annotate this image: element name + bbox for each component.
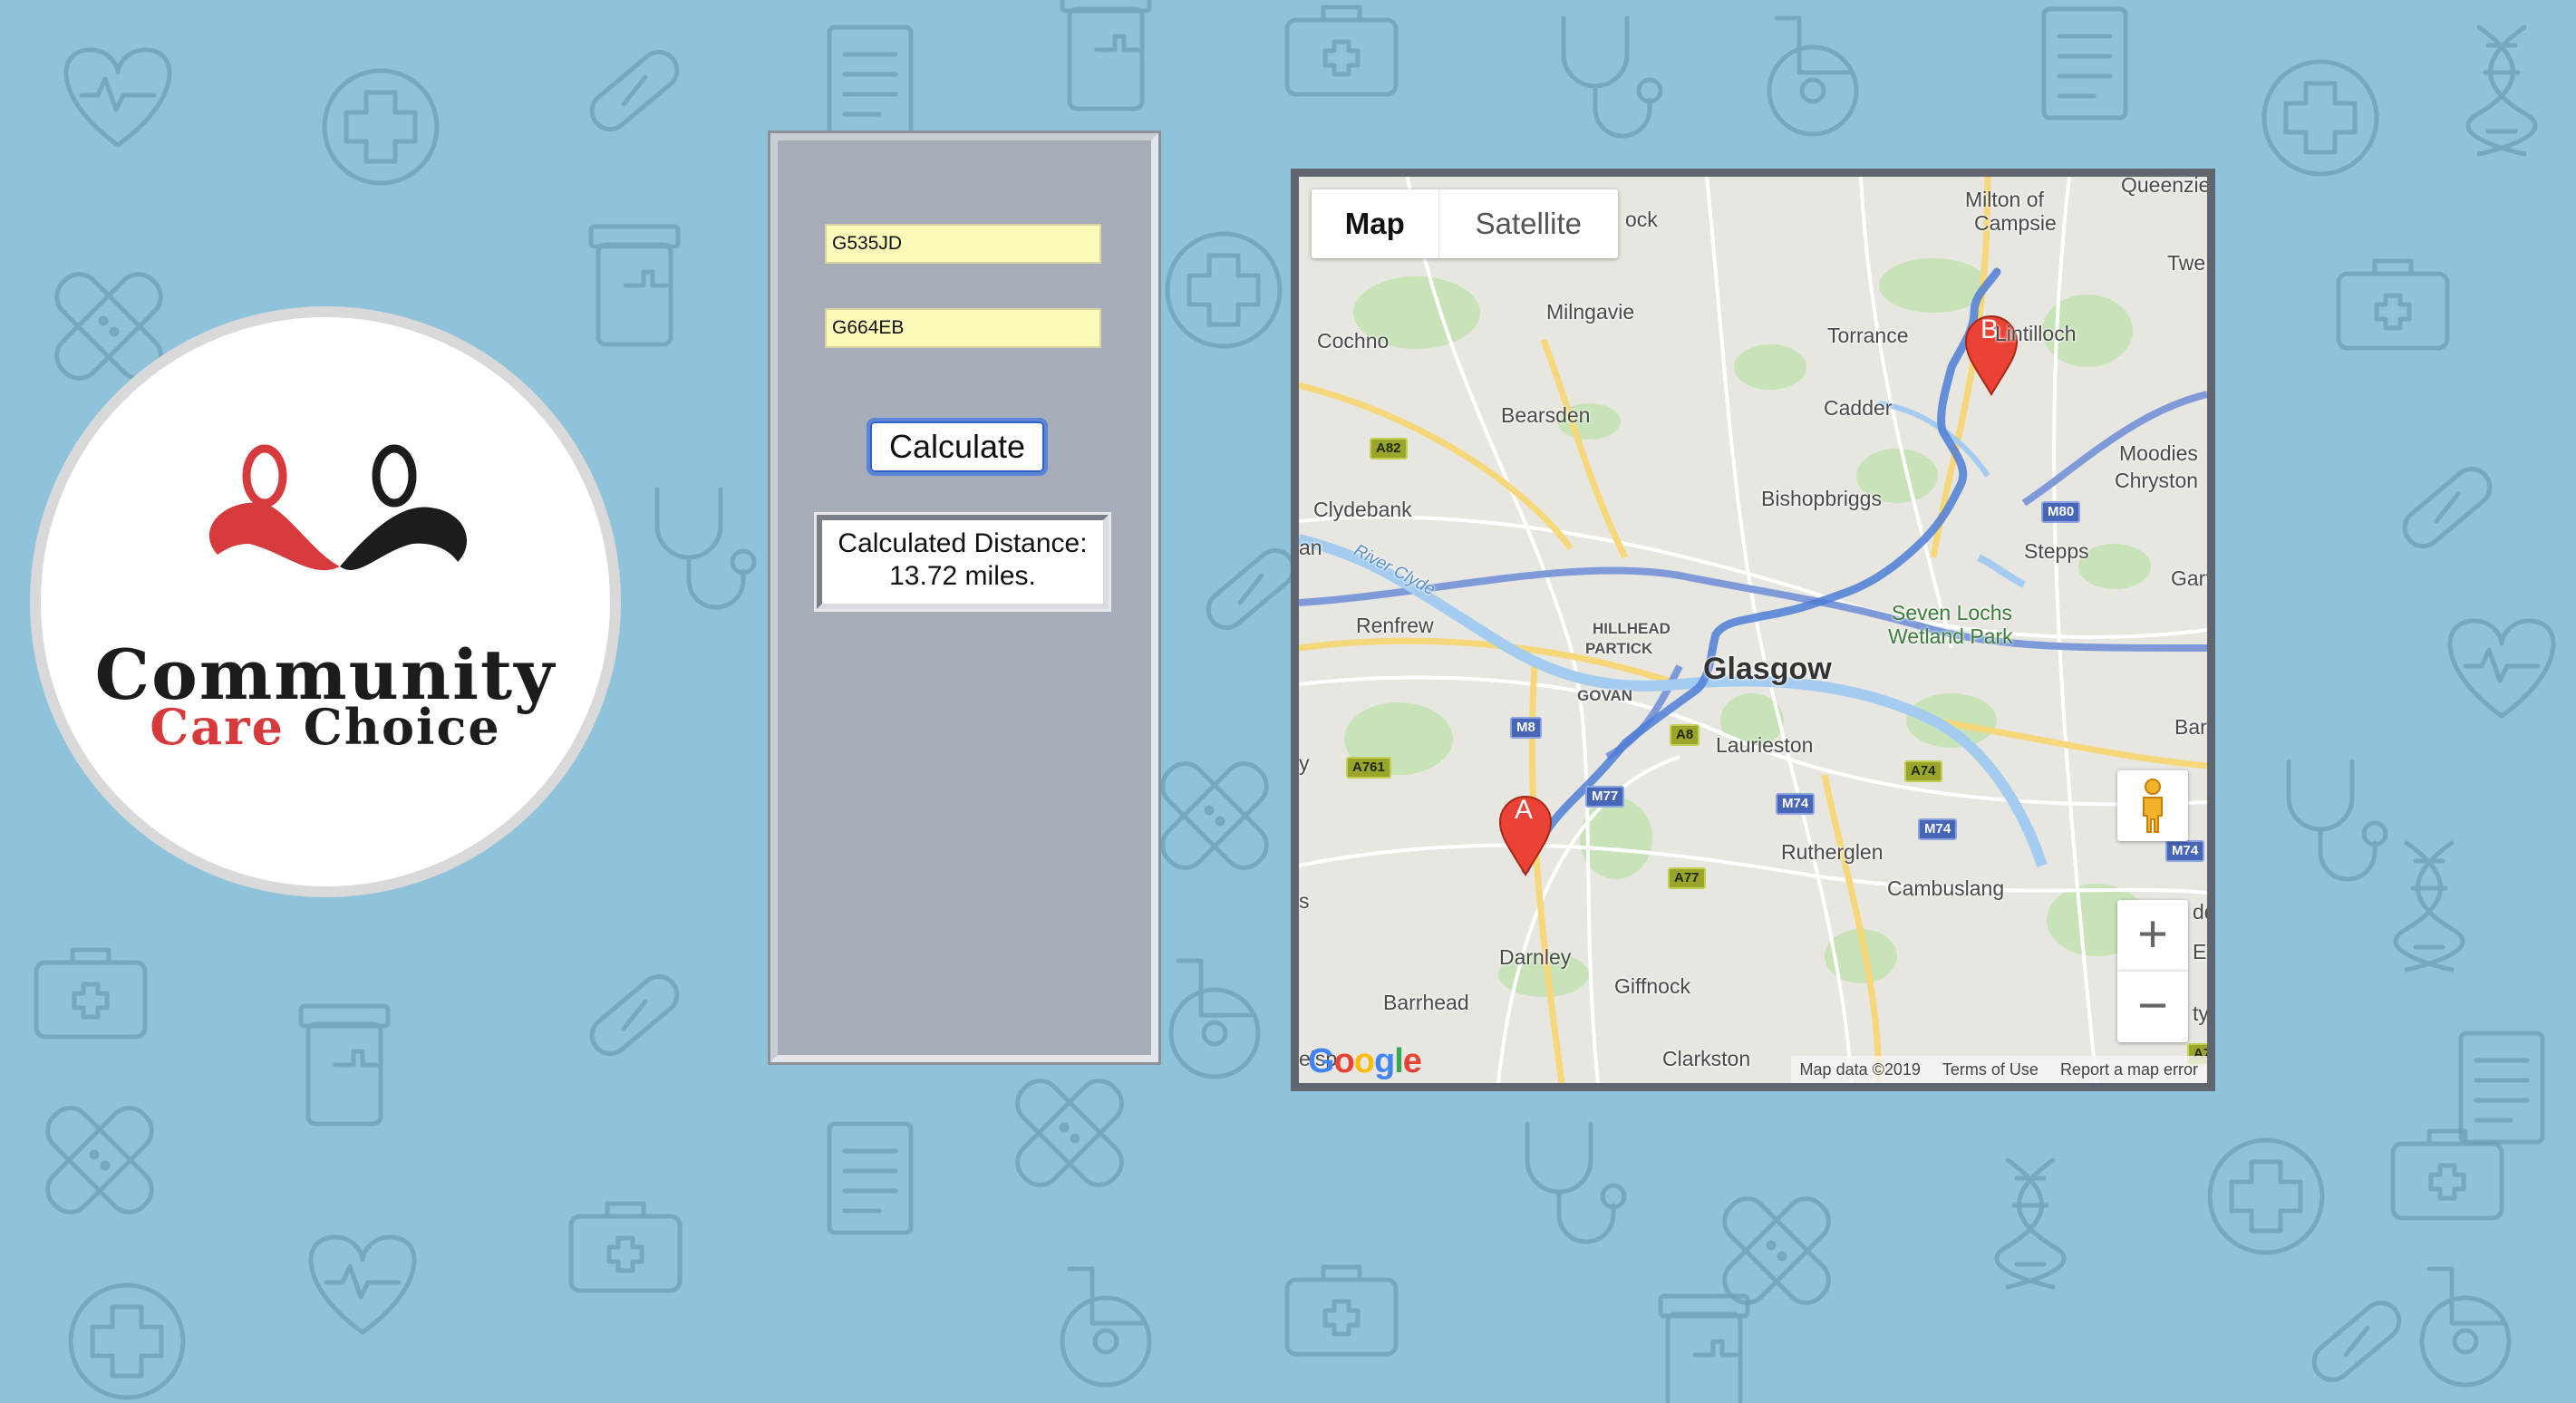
- place-clydebank: Clydebank: [1313, 498, 1412, 521]
- logo-text-choice: Choice: [303, 698, 501, 756]
- place-lintilloch: Lintilloch: [1995, 322, 2077, 345]
- shield-a761: A761: [1346, 757, 1391, 779]
- place-bearsden: Bearsden: [1501, 403, 1591, 427]
- place-stepps: Stepps: [2024, 539, 2089, 563]
- zoom-out-icon: −: [2137, 976, 2168, 1035]
- place-queenzie: Queenzie: [2121, 173, 2211, 197]
- place-milton: Milton of: [1965, 188, 2044, 211]
- place-dd: dd: [2193, 900, 2215, 924]
- street-view-pegman-button[interactable]: [2117, 770, 2188, 841]
- map-attribution-bar: Map data ©2019 Terms of Use Report a map…: [1790, 1056, 2207, 1083]
- shield-m74-2: M74: [1918, 818, 1958, 840]
- zoom-out-button[interactable]: −: [2117, 971, 2188, 1042]
- zoom-in-icon: +: [2137, 905, 2168, 963]
- distance-calculator-panel: Calculate Calculated Distance: 13.72 mil…: [768, 131, 1161, 1065]
- place-e: E: [2193, 940, 2207, 963]
- map-canvas[interactable]: [1299, 177, 2207, 1083]
- place-seven-lochs-2: Wetland Park: [1888, 624, 2013, 648]
- distance-result-box: Calculated Distance: 13.72 miles.: [814, 512, 1111, 612]
- place-an: an: [1299, 536, 1322, 559]
- destination-postcode-input[interactable]: [825, 308, 1101, 348]
- result-value: 13.72 miles.: [889, 561, 1036, 591]
- report-map-error-link[interactable]: Report a map error: [2060, 1060, 2198, 1079]
- terms-of-use-link[interactable]: Terms of Use: [1942, 1060, 2039, 1079]
- place-moodies: Moodies: [2119, 441, 2198, 465]
- community-care-choice-logo: Community Care Choice: [30, 306, 621, 897]
- zoom-in-button[interactable]: +: [2117, 900, 2188, 971]
- shield-m74-1: M74: [1776, 793, 1816, 815]
- logo-text-care-choice: Care Choice: [41, 698, 610, 756]
- place-rutherglen: Rutherglen: [1781, 840, 1884, 864]
- place-campsie: Campsie: [1974, 211, 2057, 235]
- google-logo: Google: [1308, 1042, 1422, 1080]
- place-chryston: Chryston: [2115, 469, 2199, 492]
- shield-a77: A77: [1668, 867, 1706, 889]
- place-cochno: Cochno: [1317, 329, 1390, 353]
- place-gart: Gart: [2171, 566, 2212, 590]
- place-cambuslang: Cambuslang: [1887, 876, 2005, 900]
- place-bar: Bar: [2174, 715, 2207, 739]
- route-map[interactable]: A B Milton of Campsie Queenzie Twe ock M…: [1291, 169, 2215, 1091]
- shield-m74-3: M74: [2165, 840, 2205, 862]
- place-ty: ty: [2193, 1001, 2209, 1025]
- origin-postcode-input[interactable]: [825, 224, 1101, 264]
- place-laurieston: Laurieston: [1716, 733, 1814, 757]
- map-data-text: Map data ©2019: [1799, 1060, 1921, 1079]
- place-barrhead: Barrhead: [1383, 991, 1469, 1014]
- place-seven-lochs-1: Seven Lochs: [1892, 601, 2012, 624]
- map-type-satellite-button[interactable]: Satellite: [1439, 189, 1618, 258]
- map-type-control: Map Satellite: [1312, 189, 1618, 258]
- pegman-icon: [2143, 779, 2163, 833]
- place-milngavie: Milngavie: [1546, 300, 1635, 324]
- shield-m8: M8: [1510, 717, 1542, 739]
- place-s: s: [1299, 889, 1310, 913]
- place-partick: PARTICK: [1585, 640, 1653, 657]
- place-bishopbriggs: Bishopbriggs: [1761, 487, 1882, 510]
- place-twe: Twe: [2167, 251, 2206, 275]
- place-renfrew: Renfrew: [1356, 614, 1434, 637]
- place-ock: ock: [1625, 208, 1658, 231]
- logo-figures-icon: [208, 444, 467, 571]
- place-y: y: [1299, 751, 1310, 775]
- shield-a74: A74: [1904, 760, 1942, 782]
- place-giffnock: Giffnock: [1614, 974, 1690, 998]
- place-torrance: Torrance: [1827, 324, 1909, 347]
- marker-a-label: A: [1515, 795, 1534, 825]
- shield-a8: A8: [1670, 724, 1700, 746]
- shield-m80: M80: [2041, 501, 2081, 523]
- shield-m77: M77: [1585, 786, 1625, 808]
- calculate-button[interactable]: Calculate: [867, 418, 1048, 476]
- place-clarkston: Clarkston: [1662, 1047, 1751, 1070]
- result-label: Calculated Distance:: [838, 528, 1088, 558]
- place-glasgow: Glasgow: [1703, 652, 1832, 686]
- place-cadder: Cadder: [1824, 396, 1893, 420]
- place-govan: GOVAN: [1577, 687, 1633, 704]
- map-type-map-button[interactable]: Map: [1312, 189, 1439, 258]
- logo-text-care: Care: [150, 698, 285, 756]
- shield-a82: A82: [1370, 438, 1408, 460]
- place-darnley: Darnley: [1499, 945, 1572, 969]
